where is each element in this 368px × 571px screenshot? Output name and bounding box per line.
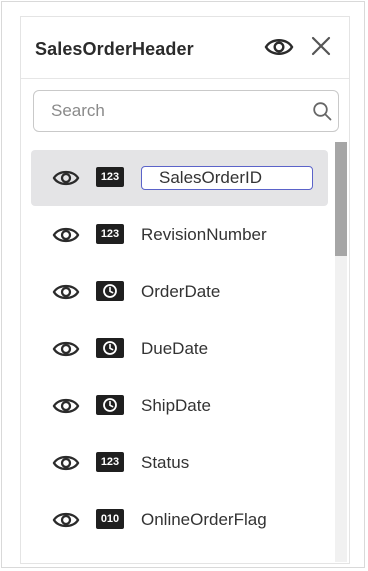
- panel-title: SalesOrderHeader: [35, 39, 194, 59]
- search-box: [33, 90, 339, 132]
- eye-icon[interactable]: [52, 395, 80, 417]
- number-type-badge: 123: [96, 167, 124, 187]
- eye-icon[interactable]: [52, 452, 80, 474]
- scrollbar-thumb[interactable]: [335, 142, 347, 256]
- search-input[interactable]: [34, 91, 304, 131]
- eye-icon[interactable]: [52, 224, 80, 246]
- number-type-badge: 123: [96, 224, 124, 244]
- field-name: RevisionNumber: [141, 225, 267, 244]
- field-list: 123 SalesOrderID 123 RevisionNumber Orde…: [31, 150, 328, 562]
- eye-icon[interactable]: [264, 35, 294, 59]
- field-list-panel: SalesOrderHeader 123: [20, 16, 350, 564]
- field-row-salesorderid[interactable]: 123 SalesOrderID: [31, 150, 328, 206]
- field-name: DueDate: [141, 339, 209, 358]
- close-icon[interactable]: [310, 35, 332, 57]
- search-icon[interactable]: [312, 101, 332, 121]
- field-name: ShipDate: [141, 396, 211, 415]
- field-row-onlineorderflag[interactable]: 010 OnlineOrderFlag: [31, 492, 328, 548]
- eye-icon[interactable]: [52, 509, 80, 531]
- field-name: OnlineOrderFlag: [141, 510, 267, 529]
- field-row-shipdate[interactable]: ShipDate: [31, 378, 328, 434]
- clock-icon: [96, 395, 124, 415]
- boolean-type-badge: 010: [96, 509, 124, 529]
- field-name: OrderDate: [141, 282, 221, 301]
- panel-header: SalesOrderHeader: [21, 17, 349, 79]
- field-name: Status: [141, 453, 190, 472]
- field-name-edit-input[interactable]: SalesOrderID: [141, 166, 313, 190]
- eye-icon[interactable]: [52, 338, 80, 360]
- number-type-badge: 123: [96, 452, 124, 472]
- field-row-revisionnumber[interactable]: 123 RevisionNumber: [31, 207, 328, 263]
- clock-icon: [96, 281, 124, 301]
- eye-icon[interactable]: [52, 167, 80, 189]
- clock-icon: [96, 338, 124, 358]
- eye-icon[interactable]: [52, 281, 80, 303]
- field-row-duedate[interactable]: DueDate: [31, 321, 328, 377]
- window-frame: SalesOrderHeader 123: [1, 1, 365, 568]
- field-row-status[interactable]: 123 Status: [31, 435, 328, 491]
- field-row-orderdate[interactable]: OrderDate: [31, 264, 328, 320]
- scrollbar[interactable]: [335, 142, 347, 562]
